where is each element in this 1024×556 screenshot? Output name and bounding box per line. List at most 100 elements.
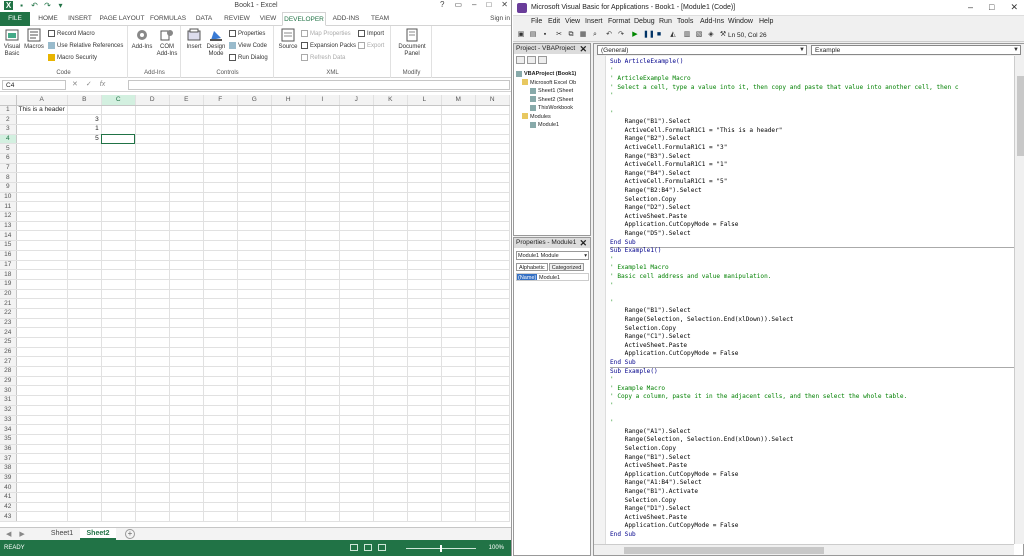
cell[interactable] — [169, 298, 204, 309]
cell[interactable] — [135, 105, 170, 116]
cell[interactable] — [16, 366, 68, 377]
cell[interactable] — [407, 502, 442, 513]
cell[interactable] — [135, 201, 170, 213]
cell[interactable] — [441, 143, 476, 154]
cell[interactable] — [169, 415, 204, 426]
cell[interactable] — [67, 240, 102, 251]
cell[interactable] — [339, 114, 374, 125]
cell[interactable] — [305, 511, 340, 523]
cell[interactable] — [203, 172, 238, 183]
cell[interactable] — [407, 279, 442, 290]
cell[interactable] — [271, 473, 306, 484]
cell[interactable] — [135, 473, 170, 484]
cell[interactable] — [16, 463, 68, 474]
close-properties-panel-icon[interactable]: ✕ — [579, 238, 587, 248]
cell[interactable] — [475, 182, 510, 193]
code-line[interactable]: ActiveCell.FormulaR1C1 = "1" — [610, 161, 728, 170]
cell[interactable] — [16, 376, 68, 387]
code-line[interactable]: Selection.Copy — [610, 196, 676, 205]
com-add-ins-button[interactable]: COM Add-Ins — [155, 28, 179, 58]
cell[interactable] — [169, 366, 204, 377]
cell[interactable] — [67, 376, 102, 387]
cell[interactable] — [339, 453, 374, 464]
cell[interactable] — [305, 143, 340, 154]
cell[interactable] — [203, 250, 238, 261]
cell[interactable] — [169, 221, 204, 232]
cell[interactable] — [305, 424, 340, 435]
cell[interactable] — [67, 192, 102, 203]
cell[interactable] — [475, 492, 510, 503]
cell[interactable] — [101, 114, 136, 125]
cell[interactable] — [339, 134, 374, 145]
cell[interactable] — [67, 511, 102, 523]
code-line[interactable]: Range("B4").Select — [610, 170, 691, 179]
cell[interactable] — [475, 124, 510, 135]
object-selector[interactable]: Module1 Module ▾ — [516, 251, 589, 260]
cell[interactable] — [475, 434, 510, 445]
cell[interactable] — [169, 201, 204, 213]
cell[interactable] — [169, 182, 204, 193]
cell[interactable] — [67, 415, 102, 426]
cell[interactable] — [475, 153, 510, 164]
cell[interactable] — [407, 134, 442, 145]
cell[interactable] — [203, 163, 238, 174]
cell[interactable] — [237, 211, 272, 222]
cell[interactable] — [203, 482, 238, 493]
cell[interactable] — [271, 250, 306, 261]
menu-run[interactable]: Run — [659, 18, 672, 25]
cell[interactable] — [67, 172, 102, 183]
cell[interactable] — [339, 192, 374, 203]
cell[interactable] — [271, 502, 306, 513]
row-header[interactable]: 26 — [0, 347, 17, 358]
cell[interactable] — [373, 201, 408, 213]
cell[interactable] — [237, 405, 272, 416]
properties-window-icon[interactable]: ▧ — [695, 31, 703, 39]
cell[interactable] — [237, 327, 272, 338]
column-header[interactable]: G — [237, 95, 272, 106]
row-header[interactable]: 30 — [0, 385, 17, 397]
cell[interactable] — [203, 211, 238, 222]
cell[interactable] — [67, 163, 102, 174]
cell[interactable] — [237, 182, 272, 193]
cell[interactable] — [67, 502, 102, 513]
cell[interactable] — [237, 318, 272, 329]
cell[interactable] — [237, 308, 272, 319]
cell[interactable] — [135, 289, 170, 300]
code-line[interactable]: ' — [610, 419, 614, 428]
cell[interactable] — [305, 444, 340, 455]
cell[interactable] — [475, 502, 510, 513]
code-line[interactable]: Range("B1").Select — [610, 118, 691, 127]
cell[interactable] — [237, 415, 272, 426]
cell[interactable] — [339, 143, 374, 154]
cell[interactable] — [101, 308, 136, 319]
menu-edit[interactable]: Edit — [548, 18, 560, 25]
code-line[interactable]: Sub ArticleExample() — [610, 58, 683, 67]
cell[interactable] — [441, 163, 476, 174]
cell[interactable] — [237, 250, 272, 261]
cell[interactable] — [135, 192, 170, 203]
cell[interactable] — [305, 453, 340, 464]
vertical-scrollbar[interactable] — [1014, 56, 1024, 544]
cell[interactable] — [441, 172, 476, 183]
add-ins-button[interactable]: Add-Ins — [131, 28, 153, 51]
cell[interactable] — [271, 385, 306, 397]
cell[interactable] — [237, 385, 272, 397]
cell[interactable] — [16, 347, 68, 358]
select-all-corner[interactable] — [0, 95, 17, 106]
property-row[interactable]: (Name) Module1 — [516, 273, 589, 281]
cell[interactable] — [339, 230, 374, 242]
copy-icon[interactable]: ⧉ — [567, 31, 575, 39]
cell[interactable] — [169, 308, 204, 319]
normal-view-icon[interactable] — [350, 544, 358, 551]
cell[interactable] — [203, 289, 238, 300]
cell[interactable] — [373, 211, 408, 222]
cell[interactable] — [271, 424, 306, 435]
cell[interactable] — [407, 395, 442, 406]
cell[interactable] — [441, 153, 476, 164]
cell[interactable] — [135, 260, 170, 271]
cell[interactable] — [16, 473, 68, 484]
cell[interactable] — [16, 405, 68, 416]
cell[interactable] — [441, 289, 476, 300]
cell[interactable] — [407, 385, 442, 397]
column-header[interactable]: E — [169, 95, 204, 106]
